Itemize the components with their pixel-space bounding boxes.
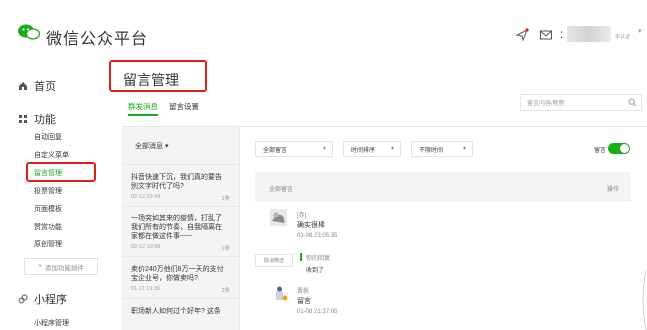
grid-icon [19, 115, 27, 123]
home-icon [19, 82, 27, 90]
sidebar-item-votes[interactable]: 投票管理 [34, 186, 62, 196]
tab-mass-messages[interactable]: 群发消息 [128, 101, 158, 112]
mini-program-icon [18, 294, 28, 304]
sidebar-section-label: 功能 [34, 114, 56, 126]
comment-time: 01-08 23:05:35 [297, 233, 338, 239]
list-item-title: 家都在做这件事~~~ [131, 233, 193, 240]
divider [122, 164, 240, 165]
sort-dropdown[interactable]: 时间排序 ▾ [343, 141, 401, 157]
sidebar-highlight-box [26, 162, 96, 182]
list-item-date: 01-11 19:39 [131, 286, 160, 292]
list-item-date: 02-12 22:44 [131, 194, 161, 200]
reply-indicator [300, 253, 302, 261]
search-input[interactable]: 留言内容/昵称 [520, 94, 642, 111]
reply-text: 收到了 [306, 268, 325, 274]
sidebar-section-mini-program[interactable]: 小程序 [18, 291, 67, 307]
list-item-date: 02-12 10:58 [131, 244, 161, 250]
list-item-title: 宝企业号，你做卖吗? [131, 275, 198, 282]
mail-icon[interactable] [539, 28, 553, 42]
sidebar-home-label: 首页 [34, 81, 56, 93]
comments-toggle[interactable] [608, 143, 630, 154]
search-icon[interactable] [628, 98, 637, 107]
list-item-title: 我们所有的节奏，自我隔离在 [131, 224, 222, 231]
add-plugin-button[interactable]: + 添加功能插件 [24, 258, 98, 275]
time-dropdown[interactable]: 不限时间 ▾ [411, 141, 473, 157]
list-item-count: 1条 [221, 246, 230, 252]
list-item-title: 一场突如其来的疫情，打乱了 [131, 215, 222, 222]
sidebar-item-custom-menu[interactable]: 自定义菜单 [34, 150, 69, 160]
top-bar: 微信公众平台 : 未认证 ▾ [0, 0, 647, 56]
avatar [276, 286, 288, 301]
comment-time: 01-08 21:37:05 [297, 309, 338, 315]
active-tab-indicator [128, 114, 158, 116]
wechat-logo-icon [18, 24, 40, 40]
list-item-title: 职场新人如何过个好年? 这条 [131, 308, 221, 315]
add-plugin-label: 添加功能插件 [44, 264, 84, 272]
main-content: 留言管理 群发消息 留言设置 留言内容/昵称 全部消息 ▾ 抖音快速下沉，我们真… [105, 56, 647, 330]
comments-header: 全部留言 操作 [255, 172, 631, 202]
unfeature-label: 取消精选 [263, 258, 284, 264]
sidebar-mini-label: 小程序 [34, 294, 67, 306]
sidebar-item-auto-reply[interactable]: 自动回复 [34, 132, 62, 142]
divider [122, 206, 240, 207]
unfeature-button[interactable]: 取消精选 [255, 254, 293, 267]
app-title[interactable]: 微信公众平台 [46, 25, 148, 49]
sort-label: 时间排序 [351, 147, 376, 154]
list-item-title: 抖音快速下沉，我们真的要告 [131, 174, 222, 181]
sidebar-item-mini-program-manage[interactable]: 小程序管理 [34, 318, 69, 328]
comment-type-dropdown[interactable]: 全部留言 ▾ [255, 141, 333, 157]
sidebar: 首页 功能 自动回复 自定义菜单 留言管理 投票管理 页面模板 赞赏功能 原创管… [0, 56, 105, 330]
toggle-label: 留言 [594, 148, 607, 154]
sidebar-section-features: 功能 [18, 111, 56, 127]
chevron-down-icon[interactable]: ▾ [638, 27, 642, 35]
time-label: 不限时间 [419, 147, 444, 154]
chevron-down-icon: ▾ [322, 146, 326, 152]
message-filter-dropdown[interactable]: 全部消息 ▾ [135, 141, 168, 151]
search-placeholder: 留言内容/昵称 [527, 101, 565, 107]
comments-header-label: 全部留言 [269, 187, 294, 193]
tab-comment-settings[interactable]: 留言设置 [169, 101, 199, 112]
chevron-down-icon: ▾ [164, 143, 169, 150]
comment-author: 晋帆 [297, 289, 310, 295]
list-item-count: 1条 [221, 196, 230, 202]
scrollbar[interactable] [640, 270, 647, 330]
divider [122, 256, 240, 257]
sidebar-item-page-templates[interactable]: 页面模板 [34, 204, 62, 214]
comment-type-label: 全部留言 [263, 147, 288, 154]
sidebar-item-home[interactable]: 首页 [18, 78, 56, 94]
account-status: 未认证 [615, 34, 631, 40]
comment-text: 确实很棒 [297, 222, 325, 229]
avatar [270, 209, 287, 226]
user-prefix: : [560, 27, 564, 41]
toggle-knob [620, 144, 629, 153]
avatar[interactable] [567, 26, 611, 42]
sidebar-item-original[interactable]: 原创管理 [34, 239, 62, 249]
message-list: 全部消息 ▾ 抖音快速下沉，我们真的要告 别文字时代了吗? 02-12 22:4… [122, 127, 240, 330]
actions-header-label: 操作 [606, 187, 619, 193]
reply-label: 你的回复 [306, 256, 331, 262]
plus-icon: + [38, 263, 42, 270]
chevron-down-icon: ▾ [390, 146, 394, 152]
location-icon[interactable] [515, 28, 529, 42]
comment-author: [赤] [297, 213, 307, 219]
page-title: 留言管理 [123, 72, 179, 88]
list-item-title: 卖价240万他们8万一天的支付 [131, 266, 224, 273]
message-filter-label: 全部消息 [135, 143, 163, 150]
list-item-count: 2条 [221, 288, 230, 294]
comment-text: 留言 [297, 298, 311, 305]
sidebar-item-appreciation[interactable]: 赞赏功能 [34, 222, 62, 232]
chevron-down-icon: ▾ [462, 146, 466, 152]
divider [122, 298, 240, 299]
list-item-title: 别文字时代了吗? [131, 183, 184, 190]
